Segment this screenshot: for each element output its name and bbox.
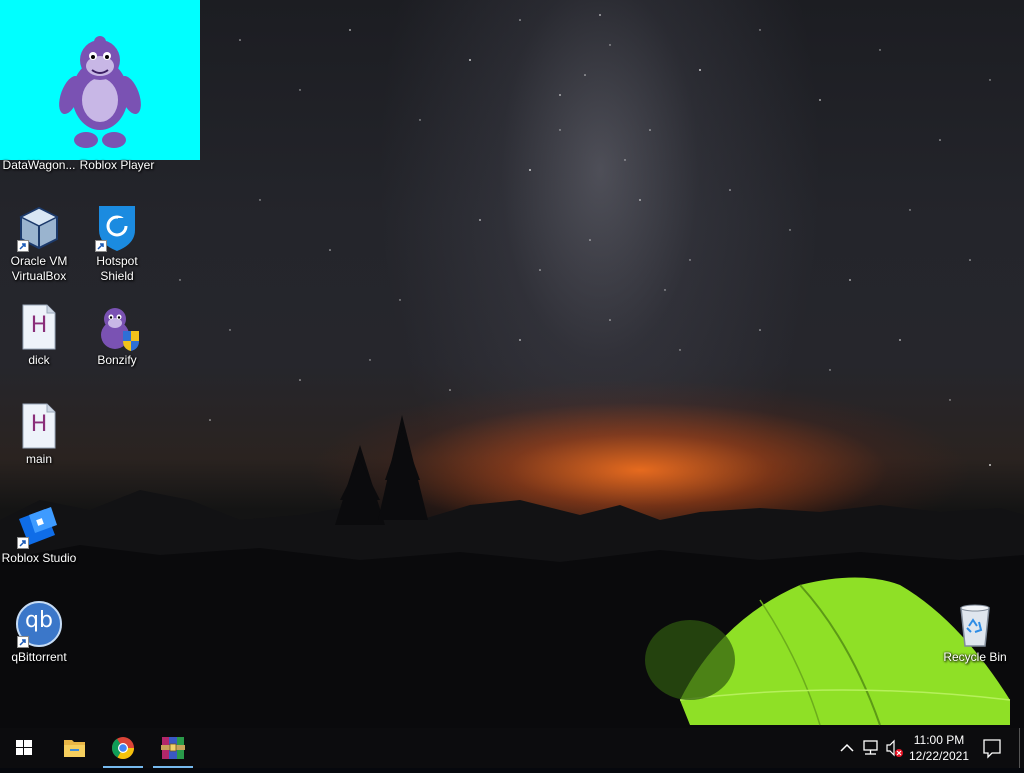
network-wired-icon [863, 740, 878, 755]
clock-date: 12/22/2021 [908, 749, 970, 763]
shortcut-arrow-icon [17, 636, 29, 648]
roblox-studio-icon [15, 501, 63, 549]
html-file-icon: H [15, 402, 63, 450]
speaker-muted-icon [886, 739, 903, 757]
html-file-icon: H [15, 303, 63, 351]
shortcut-arrow-icon [17, 240, 29, 252]
desktop-icon-bonzify[interactable]: Bonzify [78, 303, 156, 368]
desktop-icon-label: Bonzify [97, 353, 137, 367]
bonzify-icon [93, 303, 141, 351]
desktop-icon-datawagon[interactable]: DataWagon... [0, 156, 78, 173]
bonzibuddy-overlay[interactable] [0, 0, 200, 160]
desktop-icon-virtualbox[interactable]: Oracle VM VirtualBox [0, 204, 78, 284]
desktop-icon-label: qBittorrent [11, 650, 67, 664]
shortcut-arrow-icon [95, 240, 107, 252]
desktop-icon-label: main [25, 452, 52, 466]
taskbar-chrome[interactable] [99, 728, 147, 768]
taskbar: 11:00 PM 12/22/2021 [0, 728, 1024, 768]
desktop-icon-label: Roblox Studio [1, 551, 77, 565]
bonzibuddy-gorilla-icon[interactable] [0, 0, 200, 160]
chrome-icon [112, 737, 134, 759]
recycle-bin-icon [951, 600, 999, 648]
taskbar-clock[interactable]: 11:00 PM 12/22/2021 [902, 732, 976, 764]
desktop-icon-label: Oracle VM VirtualBox [10, 254, 68, 283]
hotspot-shield-icon [93, 204, 141, 252]
start-button[interactable] [0, 728, 48, 768]
desktop-icon-dick[interactable]: H dick [0, 303, 78, 368]
volume-tray-button[interactable] [884, 728, 904, 768]
show-desktop-button[interactable] [1019, 728, 1024, 768]
html-file-glyph: H [30, 412, 48, 437]
notification-icon [983, 739, 1001, 759]
desktop-icon-recycle-bin[interactable]: Recycle Bin [936, 600, 1014, 665]
desktop-icon-hotspot-shield[interactable]: Hotspot Shield [78, 204, 156, 284]
html-file-glyph: H [30, 313, 48, 338]
pine-trees [335, 415, 428, 525]
file-explorer-icon [64, 740, 85, 757]
shortcut-arrow-icon [17, 537, 29, 549]
stars [179, 14, 991, 466]
desktop-icon-label: Hotspot Shield [96, 254, 138, 283]
desktop-icon-roblox-player[interactable]: Roblox Player [78, 156, 156, 173]
taskbar-file-explorer[interactable] [50, 728, 98, 768]
qbittorrent-icon: qb [15, 600, 63, 648]
desktop-icon-label: Roblox Player [79, 158, 155, 172]
winrar-icon [161, 737, 185, 759]
desktop-icon-label: dick [28, 353, 50, 367]
desktop-icon-main[interactable]: H main [0, 402, 78, 467]
action-center-button[interactable] [978, 728, 1006, 768]
clock-time: 11:00 PM [913, 733, 965, 747]
taskbar-winrar[interactable] [149, 728, 197, 768]
virtualbox-icon [15, 204, 63, 252]
desktop-icon-label: DataWagon... [2, 158, 76, 172]
show-hidden-icons-button[interactable] [838, 728, 856, 768]
desktop-icon-roblox-studio[interactable]: Roblox Studio [0, 501, 78, 566]
chevron-up-icon [840, 743, 854, 752]
network-tray-button[interactable] [860, 728, 882, 768]
qbittorrent-glyph: qb [25, 608, 53, 633]
desktop-icon-label: Recycle Bin [943, 650, 1007, 664]
windows-logo-icon [16, 740, 32, 755]
desktop-icon-qbittorrent[interactable]: qb qBittorrent [0, 600, 78, 665]
